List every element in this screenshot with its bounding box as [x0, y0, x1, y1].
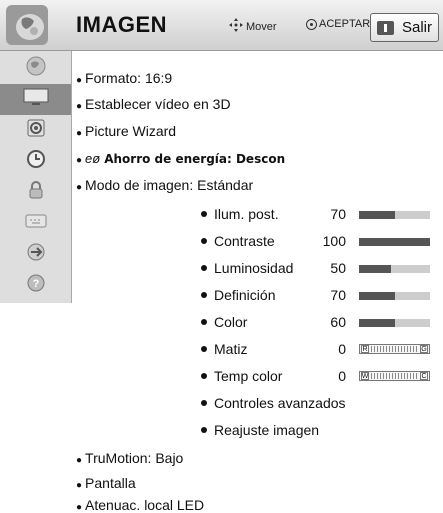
setting-definicion-bar[interactable]: [359, 292, 430, 300]
sidebar-item-help[interactable]: ?: [0, 270, 71, 301]
sidebar: ?: [0, 51, 72, 303]
clock-icon: [25, 148, 47, 175]
setting-advanced-label: Controles avanzados: [214, 395, 346, 411]
matiz-scale: [371, 346, 418, 352]
menu-item-picture-wizard-label: Picture Wizard: [85, 123, 177, 139]
help-icon: ?: [25, 272, 47, 299]
setting-matiz-label: Matiz: [214, 341, 248, 357]
menu-content: ● Formato: 16:9 ● Establecer vídeo en 3D ●…: [72, 51, 443, 513]
sidebar-item-globe[interactable]: [0, 53, 71, 84]
setting-reset-label: Reajuste imagen: [214, 422, 320, 438]
speaker-icon: [25, 117, 47, 144]
sidebar-item-lock[interactable]: [0, 177, 71, 208]
setting-luminosidad-bar[interactable]: [359, 265, 430, 273]
setting-matiz-balance[interactable]: R G: [359, 344, 430, 354]
menu-item-picture-mode[interactable]: ● Modo de imagen: Estándar: [76, 177, 253, 193]
svg-text:?: ?: [32, 278, 39, 290]
move-hint: Mover: [229, 18, 277, 35]
temp-left-label: W: [361, 372, 369, 380]
setting-color-label: Color: [214, 314, 248, 330]
ok-hint: ACEPTAR: [306, 18, 370, 30]
menu-item-trumotion-label: TruMotion: Bajo: [85, 450, 184, 466]
move-hint-label: Mover: [246, 20, 277, 33]
sidebar-item-audio[interactable]: [0, 115, 71, 146]
setting-contraste[interactable]: Contraste: [201, 233, 275, 249]
energy-saving-icon: eø: [85, 151, 101, 166]
temp-right-label: C: [420, 372, 428, 380]
menu-item-local-dimming[interactable]: ● Atenuac. local LED: [76, 497, 204, 513]
menu-item-video3d-label: Establecer vídeo en 3D: [85, 96, 231, 112]
setting-temp-value: 0: [338, 368, 346, 384]
setting-ilum-label: Ilum. post.: [214, 206, 279, 222]
setting-ilum-bar-fill: [359, 211, 395, 219]
keyboard-icon: [24, 211, 48, 236]
ok-hint-label: ACEPTAR: [319, 18, 371, 30]
header-bar: IMAGEN Mover ACEPTAR Salir: [0, 0, 443, 51]
temp-scale: [371, 373, 418, 379]
setting-ilum-value: 70: [330, 206, 346, 222]
usb-icon: [25, 241, 47, 268]
setting-contraste-label: Contraste: [214, 233, 275, 249]
setting-definicion[interactable]: Definición: [201, 287, 275, 303]
menu-item-picture-wizard[interactable]: ● Picture Wizard: [76, 123, 176, 139]
exit-button[interactable]: Salir: [370, 13, 439, 42]
setting-advanced-controls[interactable]: Controles avanzados: [201, 395, 346, 411]
menu-item-picture-mode-label: Modo de imagen: Estándar: [85, 177, 254, 193]
picture-menu-logo-icon: [4, 3, 50, 47]
matiz-left-label: R: [361, 345, 369, 353]
setting-luminosidad-label: Luminosidad: [214, 260, 294, 276]
setting-temp-label: Temp color: [214, 368, 283, 384]
setting-temp-color[interactable]: Temp color: [201, 368, 282, 384]
setting-picture-reset[interactable]: Reajuste imagen: [201, 422, 319, 438]
setting-ilum-bar[interactable]: [359, 211, 430, 219]
setting-contraste-bar[interactable]: [359, 238, 430, 246]
menu-item-pantalla-label: Pantalla: [85, 475, 136, 491]
menu-item-energy-label: Ahorro de energía: Descon: [104, 152, 286, 166]
lock-icon: [25, 179, 47, 206]
globe-icon: [25, 55, 47, 82]
matiz-right-label: G: [420, 345, 428, 353]
menu-item-energy-saving[interactable]: ● eø Ahorro de energía: Descon: [76, 151, 285, 166]
sidebar-item-picture[interactable]: [0, 84, 71, 115]
setting-luminosidad-bar-fill: [359, 265, 391, 273]
sidebar-item-network[interactable]: [0, 239, 71, 270]
setting-contraste-value: 100: [322, 233, 346, 249]
page-title: IMAGEN: [76, 12, 167, 37]
setting-definicion-label: Definición: [214, 287, 276, 303]
sidebar-item-options[interactable]: [0, 208, 71, 239]
menu-item-trumotion[interactable]: ● TruMotion: Bajo: [76, 450, 183, 466]
setting-color-value: 60: [330, 314, 346, 330]
setting-ilum[interactable]: Ilum. post.: [201, 206, 279, 222]
setting-color-bar-fill: [359, 319, 395, 327]
exit-button-label: Salir: [402, 19, 433, 36]
menu-item-pantalla[interactable]: ● Pantalla: [76, 475, 136, 491]
menu-item-formato[interactable]: ● Formato: 16:9: [76, 70, 172, 86]
sidebar-item-time[interactable]: [0, 146, 71, 177]
setting-definicion-bar-fill: [359, 292, 395, 300]
setting-temp-balance[interactable]: W C: [359, 371, 430, 381]
menu-item-local-dimming-label: Atenuac. local LED: [85, 497, 205, 513]
dpad-icon: [229, 18, 243, 35]
setting-luminosidad[interactable]: Luminosidad: [201, 260, 293, 276]
setting-contraste-bar-fill: [359, 238, 430, 246]
tv-icon: [23, 87, 49, 112]
setting-definicion-value: 70: [330, 287, 346, 303]
menu-item-formato-label: Formato: 16:9: [85, 70, 173, 86]
setting-matiz-value: 0: [338, 341, 346, 357]
setting-color-bar[interactable]: [359, 319, 430, 327]
setting-matiz[interactable]: Matiz: [201, 341, 247, 357]
setting-color[interactable]: Color: [201, 314, 247, 330]
ok-button-icon: [306, 18, 317, 30]
exit-icon: [377, 20, 394, 35]
setting-luminosidad-value: 50: [330, 260, 346, 276]
menu-item-video3d[interactable]: ● Establecer vídeo en 3D: [76, 96, 231, 112]
